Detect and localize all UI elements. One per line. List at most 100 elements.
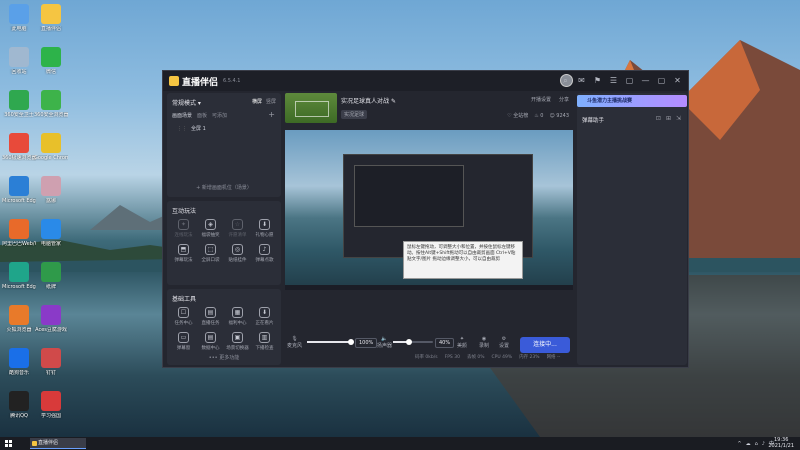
stream-settings-button[interactable]: 开播设置 bbox=[531, 97, 551, 103]
message-icon[interactable]: ✉ bbox=[577, 76, 586, 85]
room-cover-thumbnail[interactable] bbox=[285, 93, 337, 123]
speaker-control[interactable]: 🔈 扬声器 bbox=[377, 336, 392, 349]
desktop-icon[interactable]: 此电脑 bbox=[2, 4, 36, 32]
app-icon bbox=[9, 133, 29, 153]
feature-item[interactable]: ⬇ 正在看片 bbox=[251, 307, 278, 326]
feature-item[interactable]: ♪ 弹幕点歌 bbox=[251, 244, 278, 263]
desktop-icon[interactable]: 360安全浏览器 bbox=[34, 90, 68, 118]
desktop-icon[interactable]: 酷狗音乐 bbox=[2, 348, 36, 376]
desktop-icon[interactable]: 火狐浏览器 bbox=[2, 305, 36, 333]
drag-handle-icon[interactable]: ⋮⋮ bbox=[177, 126, 187, 132]
status-dropped: 丢帧 0% bbox=[466, 355, 485, 360]
new-scene-button[interactable]: + 新增画面机位（场景） bbox=[167, 184, 281, 191]
title-bar[interactable]: 直播伴侣 6.5.4.1 ⌕ ✉ ⚑ ☰ ▢ — ▢ ✕ bbox=[163, 71, 688, 91]
tray-cloud-icon[interactable]: ☁ bbox=[746, 441, 751, 447]
scene-item[interactable]: ⋮⋮ 全屏 1 bbox=[177, 125, 206, 132]
minimize-icon[interactable]: — bbox=[641, 76, 650, 85]
app-icon bbox=[41, 90, 61, 110]
record-button[interactable]: ◉ 录制 bbox=[479, 336, 489, 349]
desktop-icon[interactable]: 腾讯QQ bbox=[2, 391, 36, 419]
beauty-button[interactable]: ✦ 美颜 bbox=[457, 336, 467, 349]
search-icon[interactable]: ⌕ bbox=[561, 76, 570, 85]
feature-item[interactable]: ✦ 连线玩法 bbox=[170, 219, 197, 238]
pin-icon[interactable]: ▢ bbox=[625, 76, 634, 85]
flag-icon[interactable]: ⚑ bbox=[593, 76, 602, 85]
tray-network-icon[interactable]: ⌂ bbox=[755, 441, 758, 447]
feature-item[interactable]: ⬒ 弹幕玩法 bbox=[170, 244, 197, 263]
start-live-button[interactable]: 连接中... bbox=[520, 337, 570, 353]
edit-icon[interactable]: ✎ bbox=[391, 98, 396, 105]
mode-selector[interactable]: 常规模式 ▾ bbox=[172, 98, 201, 107]
feature-item[interactable]: ▤ 直播任务 bbox=[197, 307, 224, 326]
feature-label: 福利中心 bbox=[228, 321, 247, 326]
viewer-stat: ☺ 9243 bbox=[549, 113, 569, 119]
desktop-icon[interactable]: 钉钉 bbox=[34, 348, 68, 376]
desktop-icon[interactable]: 360安全卫士 bbox=[2, 90, 36, 118]
microphone-slider[interactable] bbox=[307, 339, 354, 345]
desktop-icon[interactable]: 360极速浏览器 bbox=[2, 133, 36, 161]
feature-item[interactable]: ⬇ 礼物心愿 bbox=[251, 219, 278, 238]
desktop-icon[interactable]: 微信 bbox=[34, 47, 68, 75]
microphone-volume[interactable]: 100% bbox=[355, 338, 378, 348]
microphone-slider-knob[interactable] bbox=[348, 339, 354, 345]
speaker-slider[interactable] bbox=[393, 339, 433, 345]
danmu-popout-icon[interactable]: ⇲ bbox=[676, 115, 681, 122]
desktop-icon[interactable]: 电脑管家 bbox=[34, 219, 68, 247]
desktop-icon-label: 回收站 bbox=[11, 69, 27, 75]
feature-item[interactable]: ◎ 贴纸挂件 bbox=[224, 244, 251, 263]
speaker-slider-knob[interactable] bbox=[406, 339, 412, 345]
feature-item[interactable]: ▤ 数据中心 bbox=[197, 332, 224, 351]
desktop-icon[interactable]: 直播伴侣 bbox=[34, 4, 68, 32]
app-icon bbox=[9, 348, 29, 368]
desktop-icon[interactable]: Microsoft Edge bbox=[2, 262, 36, 290]
rank-stat[interactable]: ♡ 全站榜 bbox=[507, 113, 528, 119]
desktop-icon[interactable]: 纸牌 bbox=[34, 262, 68, 290]
close-icon[interactable]: ✕ bbox=[673, 76, 682, 85]
subtab-panel[interactable]: 面板 bbox=[197, 113, 207, 119]
microphone-control[interactable]: 🎙 麦克风 bbox=[287, 336, 302, 349]
feature-item[interactable]: ▭ 弹幕窗 bbox=[170, 332, 197, 351]
feature-item[interactable]: ▣ 场景切换器 bbox=[224, 332, 251, 351]
feature-label: 福袋抽奖 bbox=[201, 233, 220, 238]
desktop-icon[interactable]: Aces豆腐游戏 bbox=[34, 305, 68, 333]
tab-portrait[interactable]: 竖屏 bbox=[266, 99, 276, 105]
more-functions-button[interactable]: ••• 更多功能 bbox=[167, 354, 281, 361]
desktop-icon[interactable]: 露娜 bbox=[34, 176, 68, 204]
feature-label: 任务中心 bbox=[174, 321, 193, 326]
category-tag[interactable]: 实况足球 bbox=[341, 110, 368, 119]
desktop-icon[interactable]: 阿里巴巴Web/Win bbox=[2, 219, 36, 247]
share-button[interactable]: 分享 bbox=[559, 97, 569, 103]
subtab-addable[interactable]: 可添加 bbox=[212, 113, 227, 119]
menu-icon[interactable]: ☰ bbox=[609, 76, 618, 85]
feature-item[interactable]: ☆ 许愿清单 bbox=[224, 219, 251, 238]
danmu-filter-icon[interactable]: ⊡ bbox=[656, 115, 661, 122]
desktop-icon[interactable]: 学习强国 bbox=[34, 391, 68, 419]
windows-start-icon[interactable] bbox=[5, 440, 12, 447]
maximize-icon[interactable]: ▢ bbox=[657, 76, 666, 85]
feature-item[interactable]: ▥ 下播检查 bbox=[251, 332, 278, 351]
taskbar-clock[interactable]: 19:36 2021/1/21 bbox=[768, 437, 794, 449]
desktop-icon[interactable]: Microsoft Edge Dev bbox=[2, 176, 36, 204]
desktop-icon[interactable]: 回收站 bbox=[2, 47, 36, 75]
tab-landscape[interactable]: 横屏 bbox=[252, 99, 262, 105]
feature-item[interactable]: ☐ 任务中心 bbox=[170, 307, 197, 326]
subtab-scenes[interactable]: 画面场景 bbox=[172, 113, 192, 119]
danmu-settings-icon[interactable]: ⊞ bbox=[666, 115, 671, 122]
feature-item[interactable]: ▦ 福利中心 bbox=[224, 307, 251, 326]
tray-volume-icon[interactable]: ♪ bbox=[762, 441, 765, 447]
feature-icon: ▦ bbox=[232, 307, 243, 318]
desktop-icon[interactable]: Google Chrome bbox=[34, 133, 68, 161]
app-icon bbox=[9, 305, 29, 325]
taskbar-app-live-companion[interactable]: 直播伴侣 bbox=[30, 438, 86, 449]
settings-button[interactable]: ⚙ 设置 bbox=[499, 336, 509, 349]
feature-item[interactable]: ⬚ 全屏口袋 bbox=[197, 244, 224, 263]
scene-panel: 常规模式 ▾ 横屏 竖屏 画面场景 面板 可添加 + ⋮⋮ 全屏 1 + 新增画面机位（… bbox=[167, 93, 281, 197]
feature-icon: ▤ bbox=[205, 332, 216, 343]
tray-expand-icon[interactable]: ^ bbox=[737, 441, 741, 447]
promo-banner[interactable]: 斗鱼潜力主播挑战赛 bbox=[577, 95, 687, 107]
feature-icon: ⬇ bbox=[259, 219, 270, 230]
room-title[interactable]: 实况足球真人对战 ✎ bbox=[341, 96, 396, 105]
add-scene-icon[interactable]: + bbox=[268, 110, 275, 119]
speaker-volume[interactable]: 40% bbox=[435, 338, 455, 348]
feature-item[interactable]: ◈ 福袋抽奖 bbox=[197, 219, 224, 238]
